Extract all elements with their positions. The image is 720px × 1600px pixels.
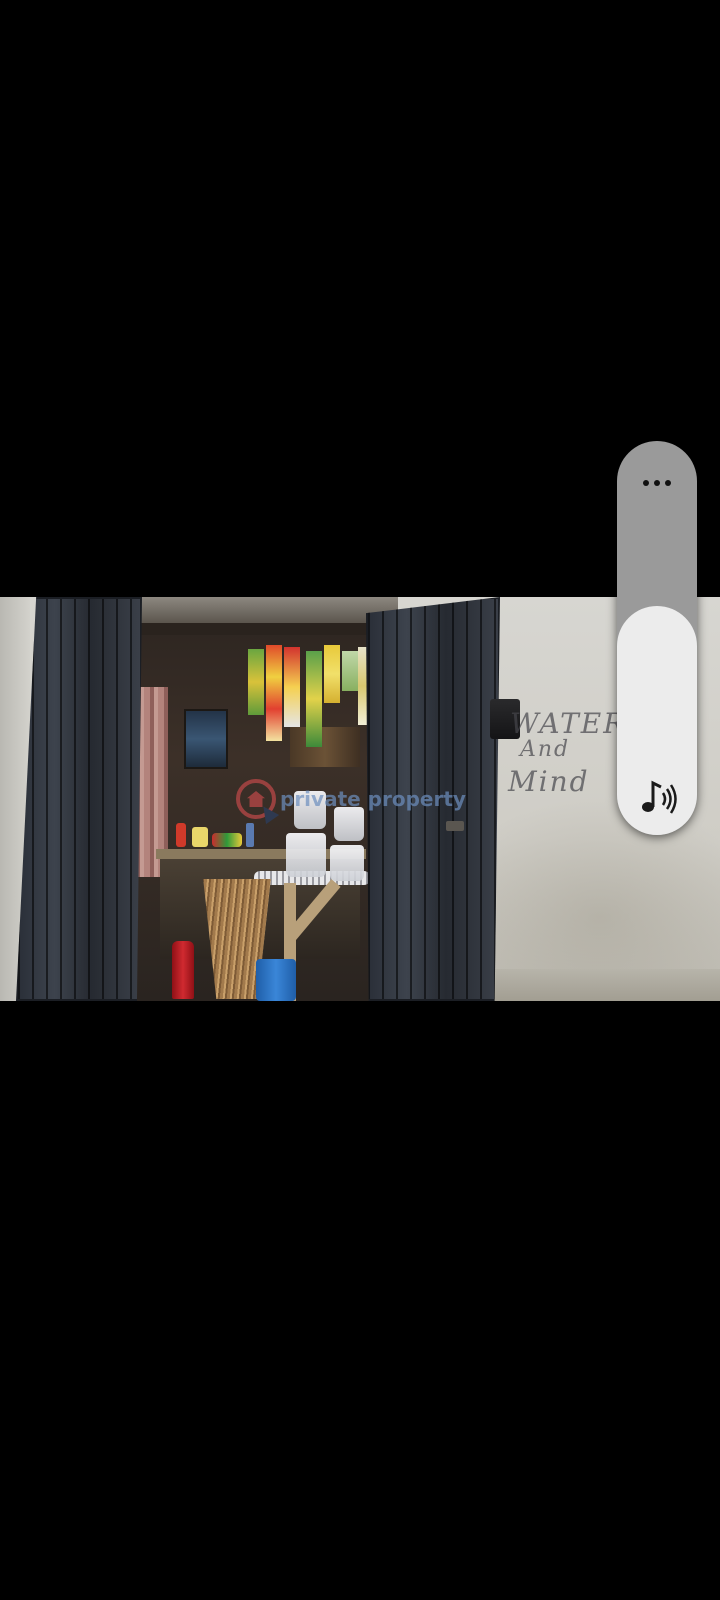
watermark-text: private property <box>280 787 466 811</box>
sachet-strip <box>266 645 282 741</box>
more-horizontal-icon[interactable] <box>617 463 697 503</box>
jar <box>330 845 364 881</box>
screen: WATER And Mind private property <box>0 0 720 1600</box>
blue-bucket <box>256 959 296 1001</box>
back-shelf <box>290 727 360 767</box>
wall-writing: And <box>520 737 571 762</box>
watermark: private property <box>236 779 466 825</box>
door-latch <box>446 821 464 831</box>
wall-writing: Mind <box>508 765 590 798</box>
music-note-icon[interactable] <box>639 777 679 817</box>
volume-slider-fill[interactable] <box>617 606 697 835</box>
wall-writing: WATER <box>510 707 627 740</box>
fire-extinguisher <box>172 941 194 999</box>
door-lintel <box>128 597 398 623</box>
counter-item <box>192 827 208 847</box>
door-left <box>16 597 142 1001</box>
volume-panel[interactable] <box>617 441 697 835</box>
sachet-strip <box>284 647 300 727</box>
inner-beam <box>140 623 390 635</box>
sachet-strip <box>342 651 358 691</box>
sachet-strip <box>248 649 264 715</box>
jar <box>286 833 326 877</box>
counter-item <box>176 823 186 847</box>
counter-item <box>246 823 254 847</box>
sachet-strip <box>306 651 322 747</box>
sachet-strip <box>324 645 340 703</box>
poster <box>184 709 228 769</box>
counter-item <box>212 833 242 847</box>
ground <box>470 969 720 1001</box>
video-player[interactable]: WATER And Mind private property <box>0 597 720 1001</box>
